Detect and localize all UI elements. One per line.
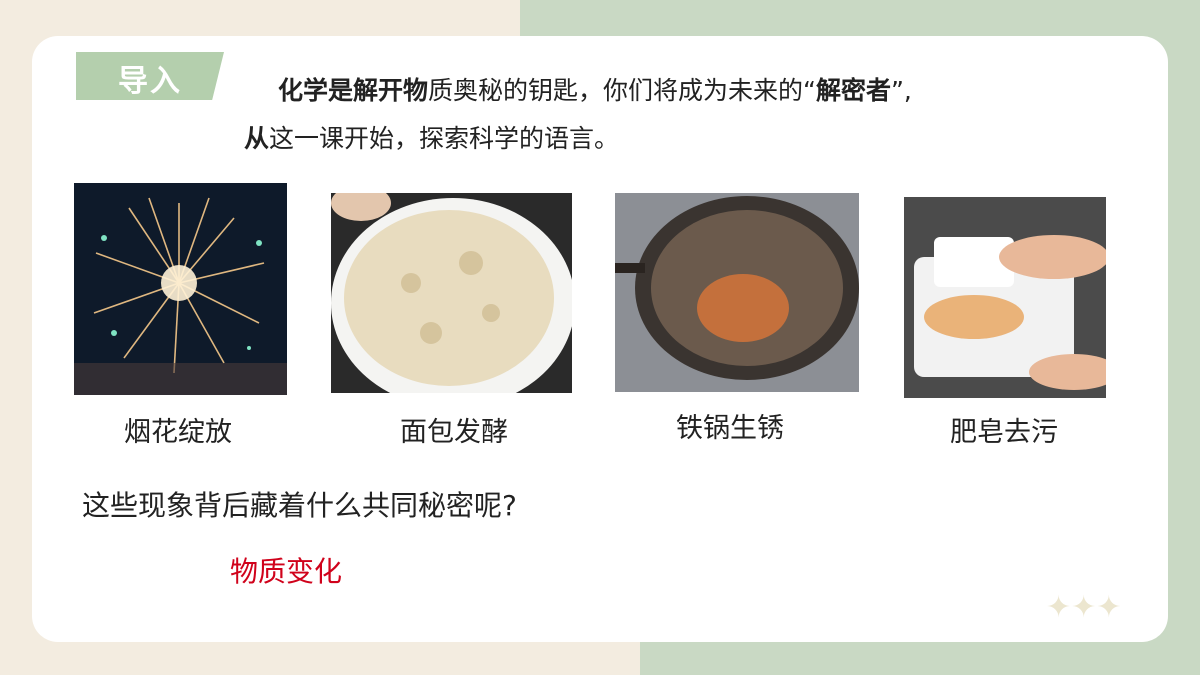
- soap-cleaning-caption: 肥皂去污: [950, 417, 1058, 448]
- intro-line-1-bold2: 解密者: [815, 76, 891, 105]
- section-tag-label: 导入: [118, 64, 182, 99]
- intro-line-2: 从这一课开始，探索科学的语言。: [244, 124, 619, 154]
- soap-cleaning-image: [904, 197, 1106, 398]
- intro-line-1: 化学是解开物质奥秘的钥匙，你们将成为未来的“解密者”,: [278, 76, 912, 106]
- bread-dough-image: [331, 193, 572, 393]
- fireworks-caption: 烟花绽放: [124, 417, 232, 448]
- intro-line-1-text: 质奥秘的钥匙，你们将成为未来的“: [428, 76, 816, 105]
- intro-line-2-bold: 从: [244, 124, 270, 153]
- intro-line-2-text: 这一课开始，探索科学的语言。: [269, 124, 620, 153]
- question-text: 这些现象背后藏着什么共同秘密呢?: [82, 489, 517, 522]
- answer-text: 物质变化: [230, 555, 343, 588]
- rusty-wok-image: [615, 193, 859, 392]
- background-green-band-top: [520, 0, 1200, 40]
- intro-line-1-bold: 化学是解开物: [278, 76, 429, 105]
- fireworks-image: [74, 183, 287, 395]
- rusty-wok-caption: 铁锅生锈: [676, 413, 784, 444]
- bread-dough-caption: 面包发酵: [400, 417, 508, 448]
- intro-line-1-end: ”,: [890, 76, 912, 105]
- sparkle-stars-icon: ✦✦✦: [1046, 590, 1122, 625]
